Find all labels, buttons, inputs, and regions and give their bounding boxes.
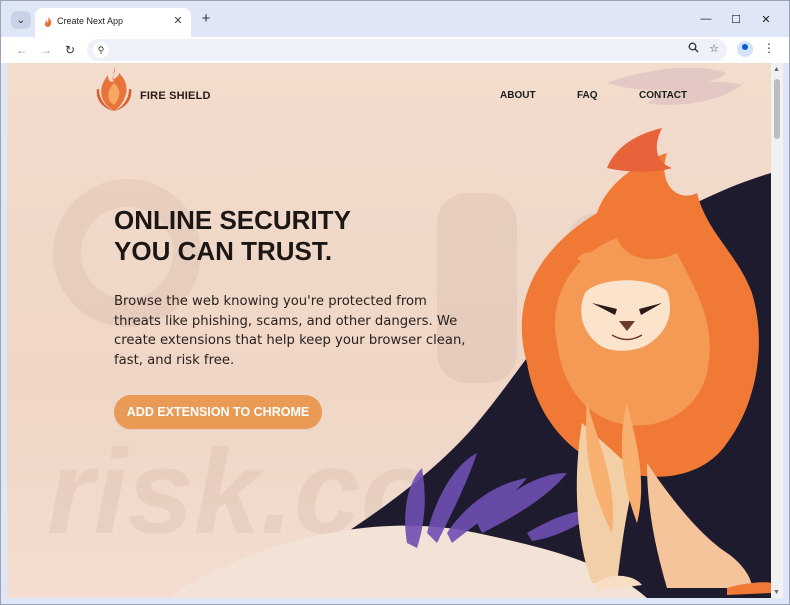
scroll-down-icon[interactable]: ▼ [773,589,780,596]
back-button[interactable]: ← [13,41,31,59]
minimize-button[interactable]: — [691,7,721,31]
nav-contact[interactable]: CONTACT [639,90,687,101]
close-tab-icon[interactable]: ✕ [171,14,185,27]
add-extension-button[interactable]: ADD EXTENSION TO CHROME [114,395,322,429]
forward-button[interactable]: → [37,41,55,59]
chevron-down-icon: ⌄ [16,14,26,26]
scroll-thumb[interactable] [774,79,780,139]
tab-search-button[interactable]: ⌄ [11,11,31,29]
nav-faq[interactable]: FAQ [577,90,598,101]
new-tab-button[interactable]: + [198,10,214,27]
nav-about[interactable]: ABOUT [500,90,536,101]
profile-avatar-icon[interactable] [737,41,753,57]
brand-name[interactable]: FIRE SHIELD [140,90,211,102]
address-bar-actions: ☆ [688,42,719,56]
tab-title: Create Next App [57,16,124,26]
hero-title-line1: ONLINE SECURITY [114,205,351,235]
hero-description: Browse the web knowing you're protected … [114,294,466,368]
site-info-icon[interactable]: ⚲ [93,42,109,58]
maximize-button[interactable]: ☐ [721,7,751,31]
window-controls: — ☐ ✕ [691,7,781,31]
page-content: risk.com FIRE SHIELD ABOUT FAQ CONTACT O… [7,63,771,598]
hero-title-line2: YOU CAN TRUST. [114,236,333,266]
address-bar[interactable]: ⚲ ☆ [87,39,727,61]
reload-button[interactable]: ↻ [61,41,79,59]
page-scrollbar[interactable]: ▲ ▼ [771,63,783,598]
browser-toolbar: ← → ↻ ⚲ ☆ ⋮ [1,37,789,63]
zoom-icon[interactable] [688,42,699,56]
bookmark-star-icon[interactable]: ☆ [709,42,719,56]
hero-title: ONLINE SECURITY YOU CAN TRUST. [114,205,434,267]
scroll-up-icon[interactable]: ▲ [773,66,780,73]
close-window-button[interactable]: ✕ [751,7,781,31]
browser-menu-icon[interactable]: ⋮ [763,41,775,55]
tab-active[interactable]: Create Next App ✕ [35,8,191,37]
fire-shield-favicon-icon [44,17,52,27]
fire-shield-logo-icon [96,67,132,111]
tab-strip: ⌄ Create Next App ✕ + — ☐ ✕ [1,1,789,37]
